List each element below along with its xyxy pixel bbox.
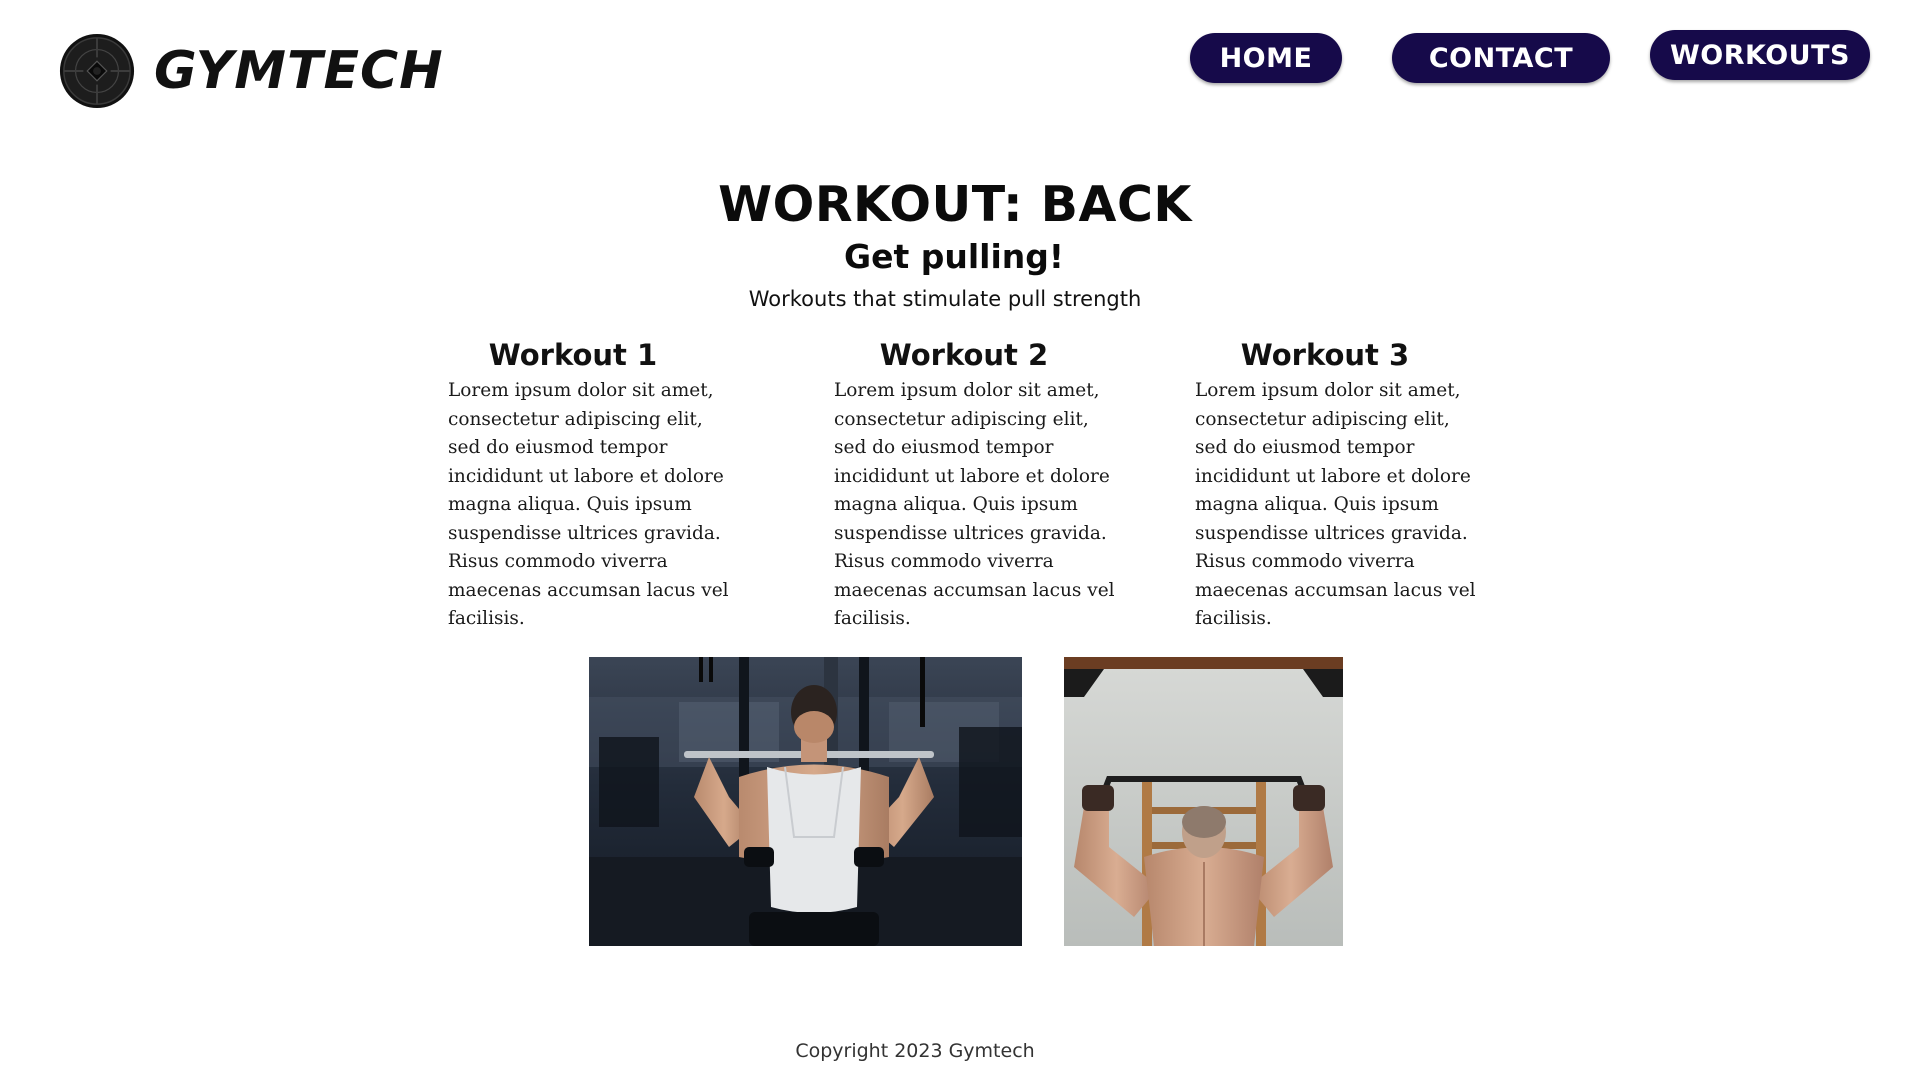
workout-description: Lorem ipsum dolor sit amet, consectetur … bbox=[448, 380, 729, 629]
page-title: WORKOUT: BACK bbox=[718, 176, 1192, 233]
footer-copyright: Copyright 2023 Gymtech bbox=[795, 1040, 1035, 1062]
pull-up-photo bbox=[1064, 657, 1343, 946]
main-nav: HOME CONTACT WORKOUTS bbox=[0, 30, 1920, 90]
page-subtitle: Get pulling! bbox=[844, 237, 1064, 276]
hero-section: WORKOUT: BACK Get pulling! Workouts that… bbox=[0, 175, 1920, 313]
workout-description: Lorem ipsum dolor sit amet, consectetur … bbox=[1195, 380, 1476, 629]
nav-contact-button[interactable]: CONTACT bbox=[1392, 33, 1610, 83]
workout-card-3: Workout 3 Lorem ipsum dolor sit amet, co… bbox=[1195, 337, 1495, 634]
workout-title: Workout 1 bbox=[488, 338, 658, 372]
page-description: Workouts that stimulate pull strength bbox=[748, 287, 1142, 311]
workout-card-1: Workout 1 Lorem ipsum dolor sit amet, co… bbox=[448, 337, 748, 634]
nav-home-button[interactable]: HOME bbox=[1190, 33, 1342, 83]
workout-title: Workout 3 bbox=[1240, 338, 1410, 372]
workout-description: Lorem ipsum dolor sit amet, consectetur … bbox=[834, 380, 1115, 629]
page: GYMTECH HOME CONTACT WORKOUTS WORKOUT: B… bbox=[0, 0, 1920, 1080]
workout-title: Workout 2 bbox=[879, 338, 1049, 372]
lat-pulldown-photo bbox=[589, 657, 1022, 946]
nav-workouts-button[interactable]: WORKOUTS bbox=[1650, 30, 1870, 80]
workout-card-2: Workout 2 Lorem ipsum dolor sit amet, co… bbox=[834, 337, 1134, 634]
